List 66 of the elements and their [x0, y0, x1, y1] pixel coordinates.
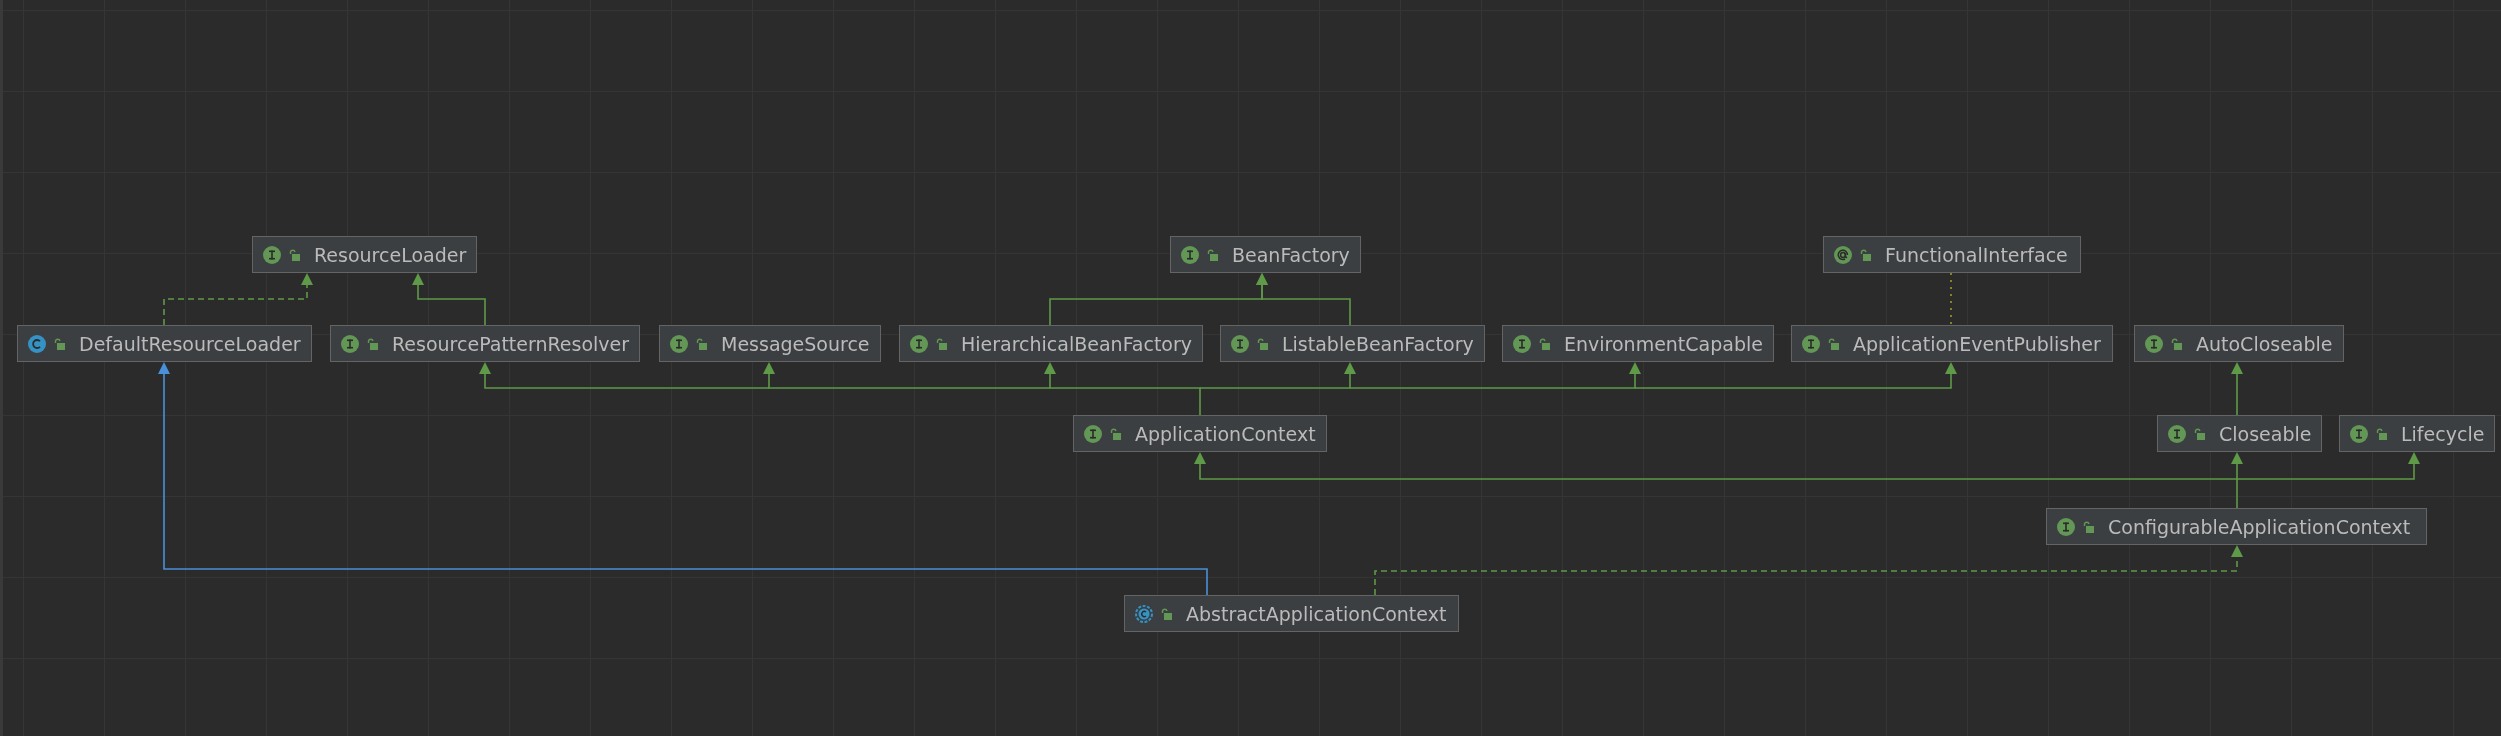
abstract-class-icon [1135, 604, 1153, 623]
lock-icon [2083, 520, 2094, 533]
class-name: ListableBeanFactory [1282, 332, 1474, 355]
class-node[interactable]: Closeable [2157, 415, 2323, 452]
class-icon [28, 334, 46, 353]
class-name: MessageSource [721, 332, 870, 355]
interface-icon [263, 245, 281, 264]
class-node[interactable]: ResourceLoader [252, 236, 478, 273]
lock-icon [2194, 427, 2205, 440]
lock-icon [54, 337, 65, 350]
lock-icon [936, 337, 947, 350]
class-name: AbstractApplicationContext [1186, 602, 1447, 625]
lock-icon [1207, 248, 1218, 261]
interface-icon [2145, 334, 2163, 353]
class-name: ResourceLoader [314, 243, 467, 266]
lock-icon [2171, 337, 2182, 350]
interface-icon [2057, 517, 2075, 536]
interface-icon [1231, 334, 1249, 353]
lock-icon [1161, 607, 1172, 620]
class-node[interactable]: MessageSource [659, 325, 881, 362]
class-name: ApplicationContext [1135, 422, 1316, 445]
interface-icon [341, 334, 359, 353]
interface-icon [670, 334, 688, 353]
class-node[interactable]: HierarchicalBeanFactory [899, 325, 1204, 362]
class-name: BeanFactory [1232, 243, 1350, 266]
class-node[interactable]: AutoCloseable [2134, 325, 2344, 362]
interface-icon [1802, 334, 1820, 353]
interface-icon [910, 334, 928, 353]
lock-icon [1828, 337, 1839, 350]
annotation-icon [1834, 245, 1852, 264]
class-name: ApplicationEventPublisher [1853, 332, 2101, 355]
class-node[interactable]: Lifecycle [2339, 415, 2496, 452]
interface-icon [1084, 424, 1102, 443]
class-name: ConfigurableApplicationContext [2108, 515, 2411, 538]
class-node[interactable]: ApplicationEventPublisher [1791, 325, 2113, 362]
class-node[interactable]: ListableBeanFactory [1220, 325, 1485, 362]
class-node[interactable]: ResourcePatternResolver [330, 325, 641, 362]
class-name: AutoCloseable [2196, 332, 2333, 355]
class-node[interactable]: ConfigurableApplicationContext [2046, 508, 2427, 545]
lock-icon [1539, 337, 1550, 350]
class-name: DefaultResourceLoader [79, 332, 301, 355]
lock-icon [1257, 337, 1268, 350]
class-node[interactable]: BeanFactory [1170, 236, 1361, 273]
class-node[interactable]: DefaultResourceLoader [17, 325, 312, 362]
interface-icon [2168, 424, 2186, 443]
class-node[interactable]: AbstractApplicationContext [1124, 595, 1459, 632]
interface-icon [1181, 245, 1199, 264]
class-name: FunctionalInterface [1885, 243, 2068, 266]
class-name: Closeable [2219, 422, 2312, 445]
class-node[interactable]: FunctionalInterface [1823, 236, 2081, 273]
lock-icon [2376, 427, 2387, 440]
class-name: EnvironmentCapable [1564, 332, 1763, 355]
class-name: HierarchicalBeanFactory [961, 332, 1193, 355]
inheritance-arrow [2231, 362, 2243, 416]
annotation-link [1950, 272, 1952, 326]
interface-icon [1513, 334, 1531, 353]
class-node[interactable]: ApplicationContext [1073, 415, 1327, 452]
interface-icon [2350, 424, 2368, 443]
class-name: ResourcePatternResolver [392, 332, 630, 355]
class-name: Lifecycle [2401, 422, 2485, 445]
lock-icon [367, 337, 378, 350]
lock-icon [289, 248, 300, 261]
lock-icon [1860, 248, 1871, 261]
class-node[interactable]: EnvironmentCapable [1502, 325, 1774, 362]
lock-icon [696, 337, 707, 350]
lock-icon [1110, 427, 1121, 440]
